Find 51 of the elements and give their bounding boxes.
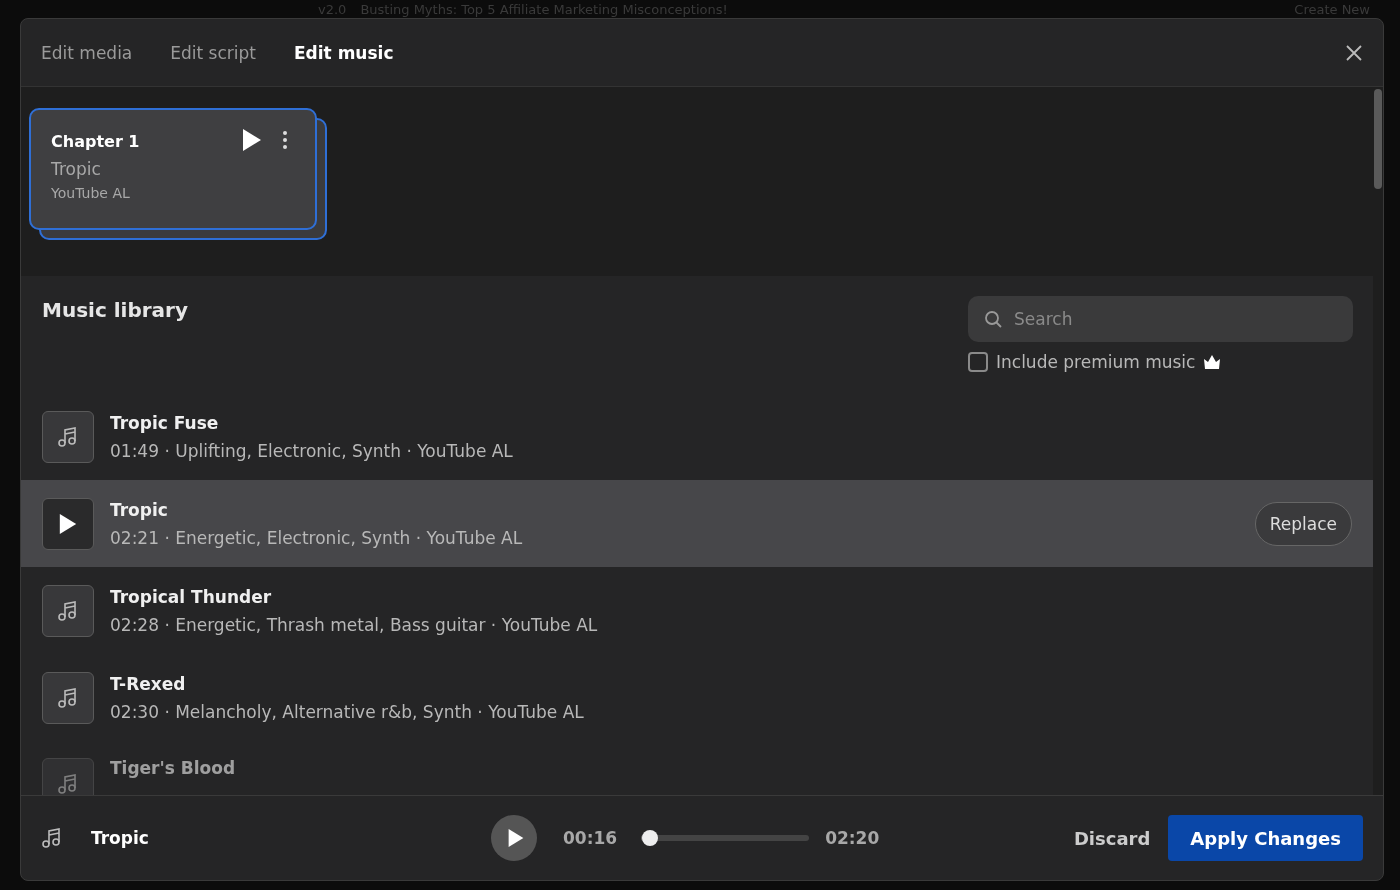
elapsed-time: 00:16: [563, 828, 618, 848]
track-row[interactable]: Tiger's Blood: [21, 741, 1373, 795]
tab[interactable]: Edit script: [170, 42, 256, 63]
total-time: 02:20: [825, 828, 880, 848]
scrollbar[interactable]: [1373, 87, 1383, 795]
track-details: 02:28 · Energetic, Thrash metal, Bass guitar · YouTube AL: [110, 614, 599, 635]
play-icon: [58, 511, 78, 536]
close-button[interactable]: [1345, 43, 1363, 62]
now-playing-title: Tropic: [91, 828, 150, 848]
search-bar[interactable]: Search: [968, 296, 1353, 342]
track-title: Tiger's Blood: [110, 758, 237, 778]
play-button[interactable]: [491, 815, 537, 861]
music-note-icon: [57, 773, 79, 795]
track-details: 01:49 · Uplifting, Electronic, Synth · YouTube AL: [110, 440, 514, 461]
track-details: 02:30 · Melancholy, Alternative r&b, Synth · YouTube AL: [110, 701, 585, 722]
play-icon: [507, 827, 525, 849]
search-field[interactable]: Search: [1012, 308, 1337, 330]
track-title: Tropic Fuse: [110, 412, 220, 433]
track-row[interactable]: Tropical Thunder 02:28 · Energetic, Thrash metal, Bass guitar · YouTube AL: [21, 567, 1373, 654]
checkbox-label: Include premium music: [996, 352, 1196, 372]
play-icon: [241, 128, 263, 152]
chapter-source: YouTube AL: [51, 185, 131, 201]
track-row[interactable]: Tropic 02:21 · Energetic, Electronic, Synth · YouTube AL Replace: [21, 480, 1373, 567]
chapter-track: Tropic: [51, 159, 102, 179]
checkbox[interactable]: [968, 352, 988, 372]
track-details: 02:21 · Energetic, Electronic, Synth · YouTube AL: [110, 527, 524, 548]
music-note-icon: [57, 599, 79, 622]
crown-icon: [1203, 354, 1222, 370]
music-note-icon: [41, 826, 63, 850]
track-title: Tropic: [110, 499, 169, 520]
track-row[interactable]: Tropic Fuse 01:49 · Uplifting, Electronic, Synth · YouTube AL: [21, 393, 1373, 480]
more-button[interactable]: [281, 130, 289, 150]
discard-button[interactable]: Discard: [1073, 827, 1151, 849]
track-title: T-Rexed: [110, 673, 187, 694]
track-row[interactable]: T-Rexed 02:30 · Melancholy, Alternative r&b, Synth · YouTube AL: [21, 654, 1373, 741]
search-icon: [984, 310, 1002, 328]
music-note-icon: [57, 425, 79, 448]
section-title: Music library: [42, 298, 188, 324]
play-button[interactable]: [42, 497, 94, 550]
chapter-title: Chapter 1: [51, 132, 141, 151]
apply-changes-button[interactable]: Apply Changes: [1168, 815, 1363, 861]
tab[interactable]: Edit media: [41, 42, 133, 63]
replace-button[interactable]: Replace: [1254, 501, 1352, 546]
slider-thumb[interactable]: [641, 830, 658, 846]
chapter-card[interactable]: Chapter 1 Tropic YouTube AL: [29, 108, 317, 230]
tab[interactable]: Edit music: [294, 42, 394, 63]
more-icon: [281, 130, 289, 150]
music-note-icon: [57, 686, 79, 709]
track-title: Tropical Thunder: [110, 586, 273, 607]
play-button[interactable]: [241, 128, 263, 152]
close-icon: [1345, 43, 1363, 62]
